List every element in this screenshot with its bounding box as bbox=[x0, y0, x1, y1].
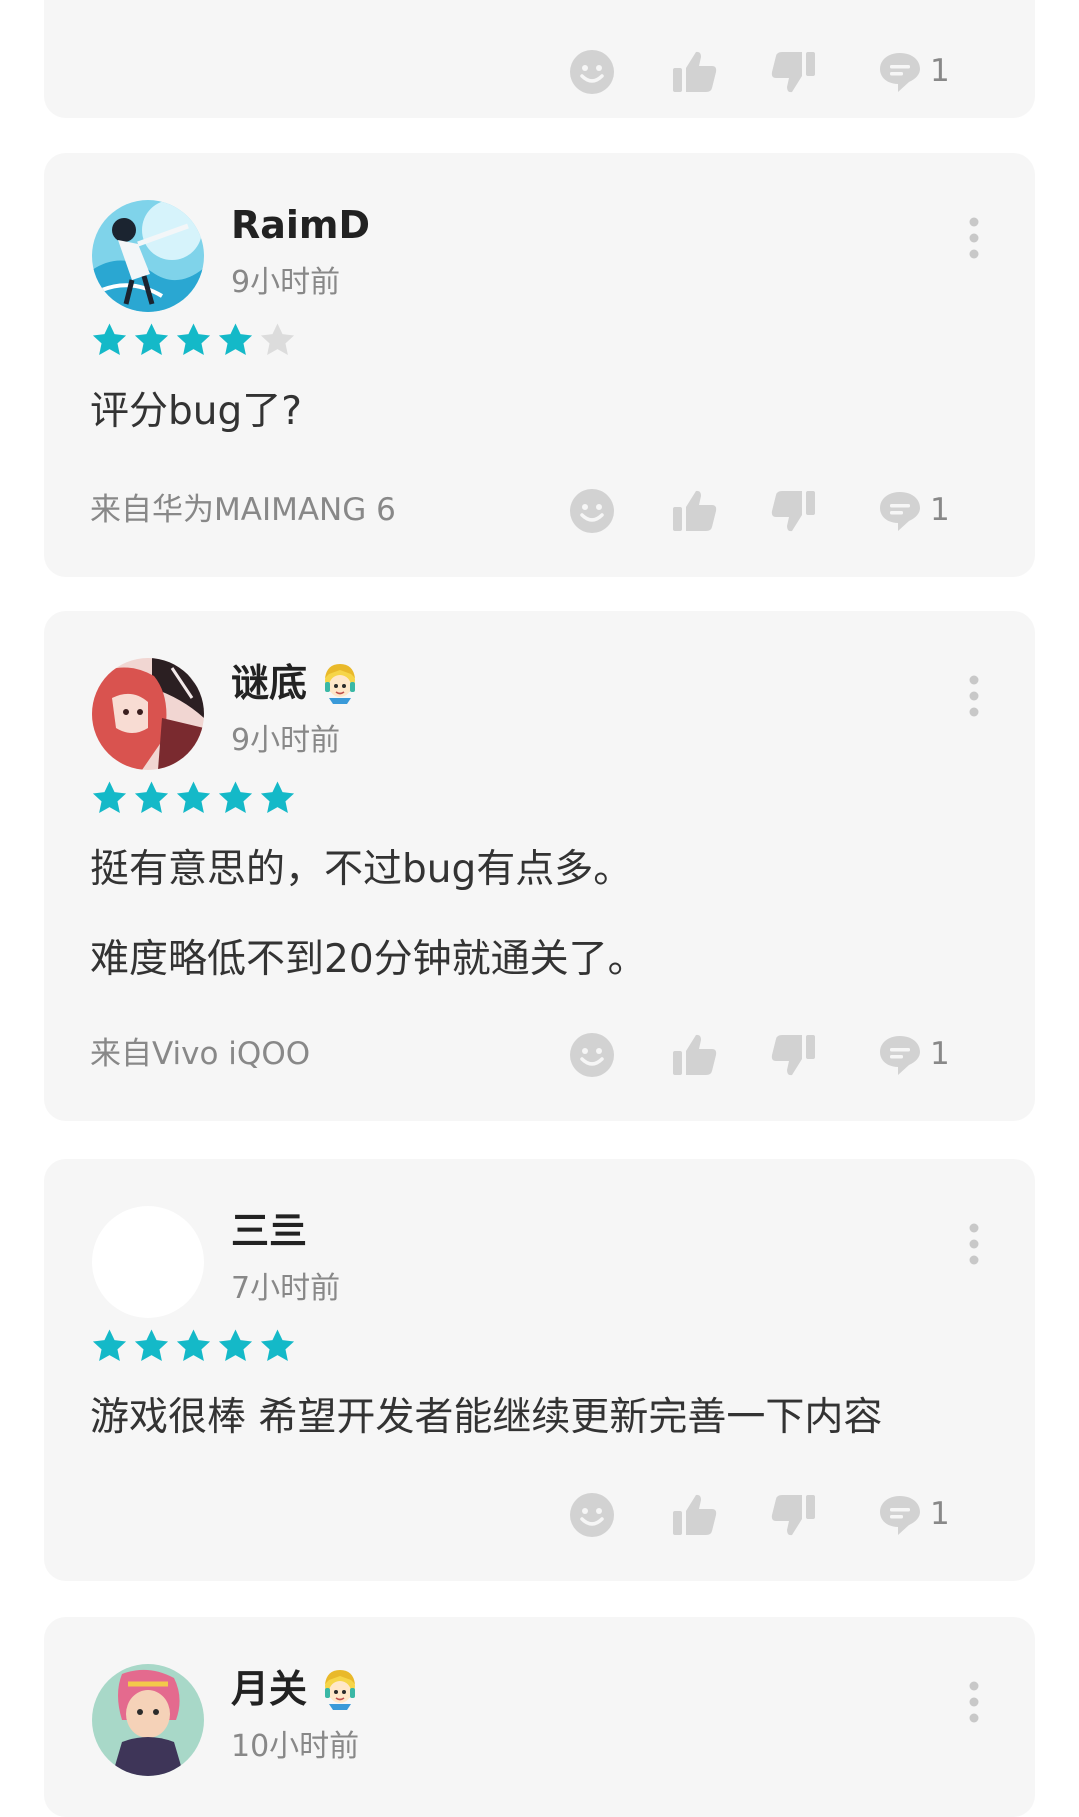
avatar[interactable] bbox=[92, 1206, 204, 1318]
device-label: 来自Vivo iQOO bbox=[90, 1036, 311, 1072]
review-card: RaimD 9小时前 评分bug了? 来自华为MAIMANG 6 1 bbox=[44, 153, 1035, 577]
user-badge-icon bbox=[317, 660, 363, 706]
review-content: 挺有意思的，不过bug有点多。 难度略低不到20分钟就通关了。 bbox=[90, 845, 647, 985]
comment-count: 1 bbox=[930, 1036, 950, 1072]
thumbs-up-icon[interactable] bbox=[670, 487, 718, 535]
star-filled-icon bbox=[90, 1327, 129, 1369]
thumbs-up-icon[interactable] bbox=[670, 48, 718, 96]
avatar[interactable] bbox=[92, 1664, 204, 1776]
comment-count: 1 bbox=[930, 53, 950, 89]
star-filled-icon bbox=[216, 779, 255, 821]
comment-count: 1 bbox=[930, 1496, 950, 1532]
star-filled-icon bbox=[132, 779, 171, 821]
username[interactable]: 三亖 bbox=[231, 1208, 307, 1254]
thumbs-down-icon[interactable] bbox=[770, 487, 818, 535]
thumbs-down-icon[interactable] bbox=[770, 48, 818, 96]
post-time: 10小时前 bbox=[231, 1729, 360, 1764]
avatar[interactable] bbox=[92, 200, 204, 312]
post-time: 9小时前 bbox=[231, 723, 341, 758]
star-rating bbox=[90, 779, 297, 821]
comment-icon[interactable] bbox=[876, 1491, 924, 1539]
review-content: 游戏很棒 希望开发者能继续更新完善一下内容 bbox=[90, 1393, 882, 1443]
star-filled-icon bbox=[174, 779, 213, 821]
review-card: 三亖 7小时前 游戏很棒 希望开发者能继续更新完善一下内容 1 bbox=[44, 1159, 1035, 1581]
emoji-reaction-icon[interactable] bbox=[568, 48, 616, 96]
more-options-icon[interactable] bbox=[959, 1221, 989, 1267]
avatar[interactable] bbox=[92, 658, 204, 770]
more-options-icon[interactable] bbox=[959, 215, 989, 261]
star-empty-icon bbox=[258, 321, 297, 363]
thumbs-up-icon[interactable] bbox=[670, 1031, 718, 1079]
more-options-icon[interactable] bbox=[959, 673, 989, 719]
review-card: 1 bbox=[44, 0, 1035, 118]
review-card: 谜底 9小时前 挺有意思的，不过bug有点多。 难度略低不到20分钟就通关了。 … bbox=[44, 611, 1035, 1121]
star-filled-icon bbox=[90, 779, 129, 821]
review-actions: 1 bbox=[44, 44, 1035, 98]
post-time: 9小时前 bbox=[231, 265, 341, 300]
review-content: 评分bug了? bbox=[90, 387, 302, 437]
review-text-line: 挺有意思的，不过bug有点多。 bbox=[90, 847, 633, 892]
post-time: 7小时前 bbox=[231, 1271, 341, 1306]
comment-icon[interactable] bbox=[876, 487, 924, 535]
more-options-icon[interactable] bbox=[959, 1679, 989, 1725]
review-card: 月关 10小时前 bbox=[44, 1617, 1035, 1817]
review-actions: 来自华为MAIMANG 6 1 bbox=[44, 483, 1035, 537]
star-filled-icon bbox=[132, 321, 171, 363]
username[interactable]: RaimD bbox=[231, 202, 370, 248]
review-text-line: 难度略低不到20分钟就通关了。 bbox=[90, 937, 647, 982]
star-filled-icon bbox=[258, 1327, 297, 1369]
emoji-reaction-icon[interactable] bbox=[568, 1491, 616, 1539]
star-filled-icon bbox=[132, 1327, 171, 1369]
emoji-reaction-icon[interactable] bbox=[568, 1031, 616, 1079]
review-text-line: 游戏很棒 希望开发者能继续更新完善一下内容 bbox=[90, 1395, 883, 1440]
review-actions: 1 bbox=[44, 1487, 1035, 1541]
review-actions: 来自Vivo iQOO 1 bbox=[44, 1027, 1035, 1081]
star-filled-icon bbox=[216, 321, 255, 363]
username[interactable]: 月关 bbox=[231, 1666, 363, 1712]
star-filled-icon bbox=[174, 321, 213, 363]
thumbs-up-icon[interactable] bbox=[670, 1491, 718, 1539]
emoji-reaction-icon[interactable] bbox=[568, 487, 616, 535]
review-text-line: 评分bug了? bbox=[90, 389, 302, 434]
thumbs-down-icon[interactable] bbox=[770, 1031, 818, 1079]
comment-icon[interactable] bbox=[876, 1031, 924, 1079]
star-filled-icon bbox=[216, 1327, 255, 1369]
star-filled-icon bbox=[174, 1327, 213, 1369]
comment-icon[interactable] bbox=[876, 48, 924, 96]
star-filled-icon bbox=[90, 321, 129, 363]
star-filled-icon bbox=[258, 779, 297, 821]
thumbs-down-icon[interactable] bbox=[770, 1491, 818, 1539]
star-rating bbox=[90, 321, 297, 363]
user-badge-icon bbox=[317, 1666, 363, 1712]
device-label: 来自华为MAIMANG 6 bbox=[90, 492, 396, 528]
star-rating bbox=[90, 1327, 297, 1369]
username[interactable]: 谜底 bbox=[231, 660, 363, 706]
comment-count: 1 bbox=[930, 492, 950, 528]
